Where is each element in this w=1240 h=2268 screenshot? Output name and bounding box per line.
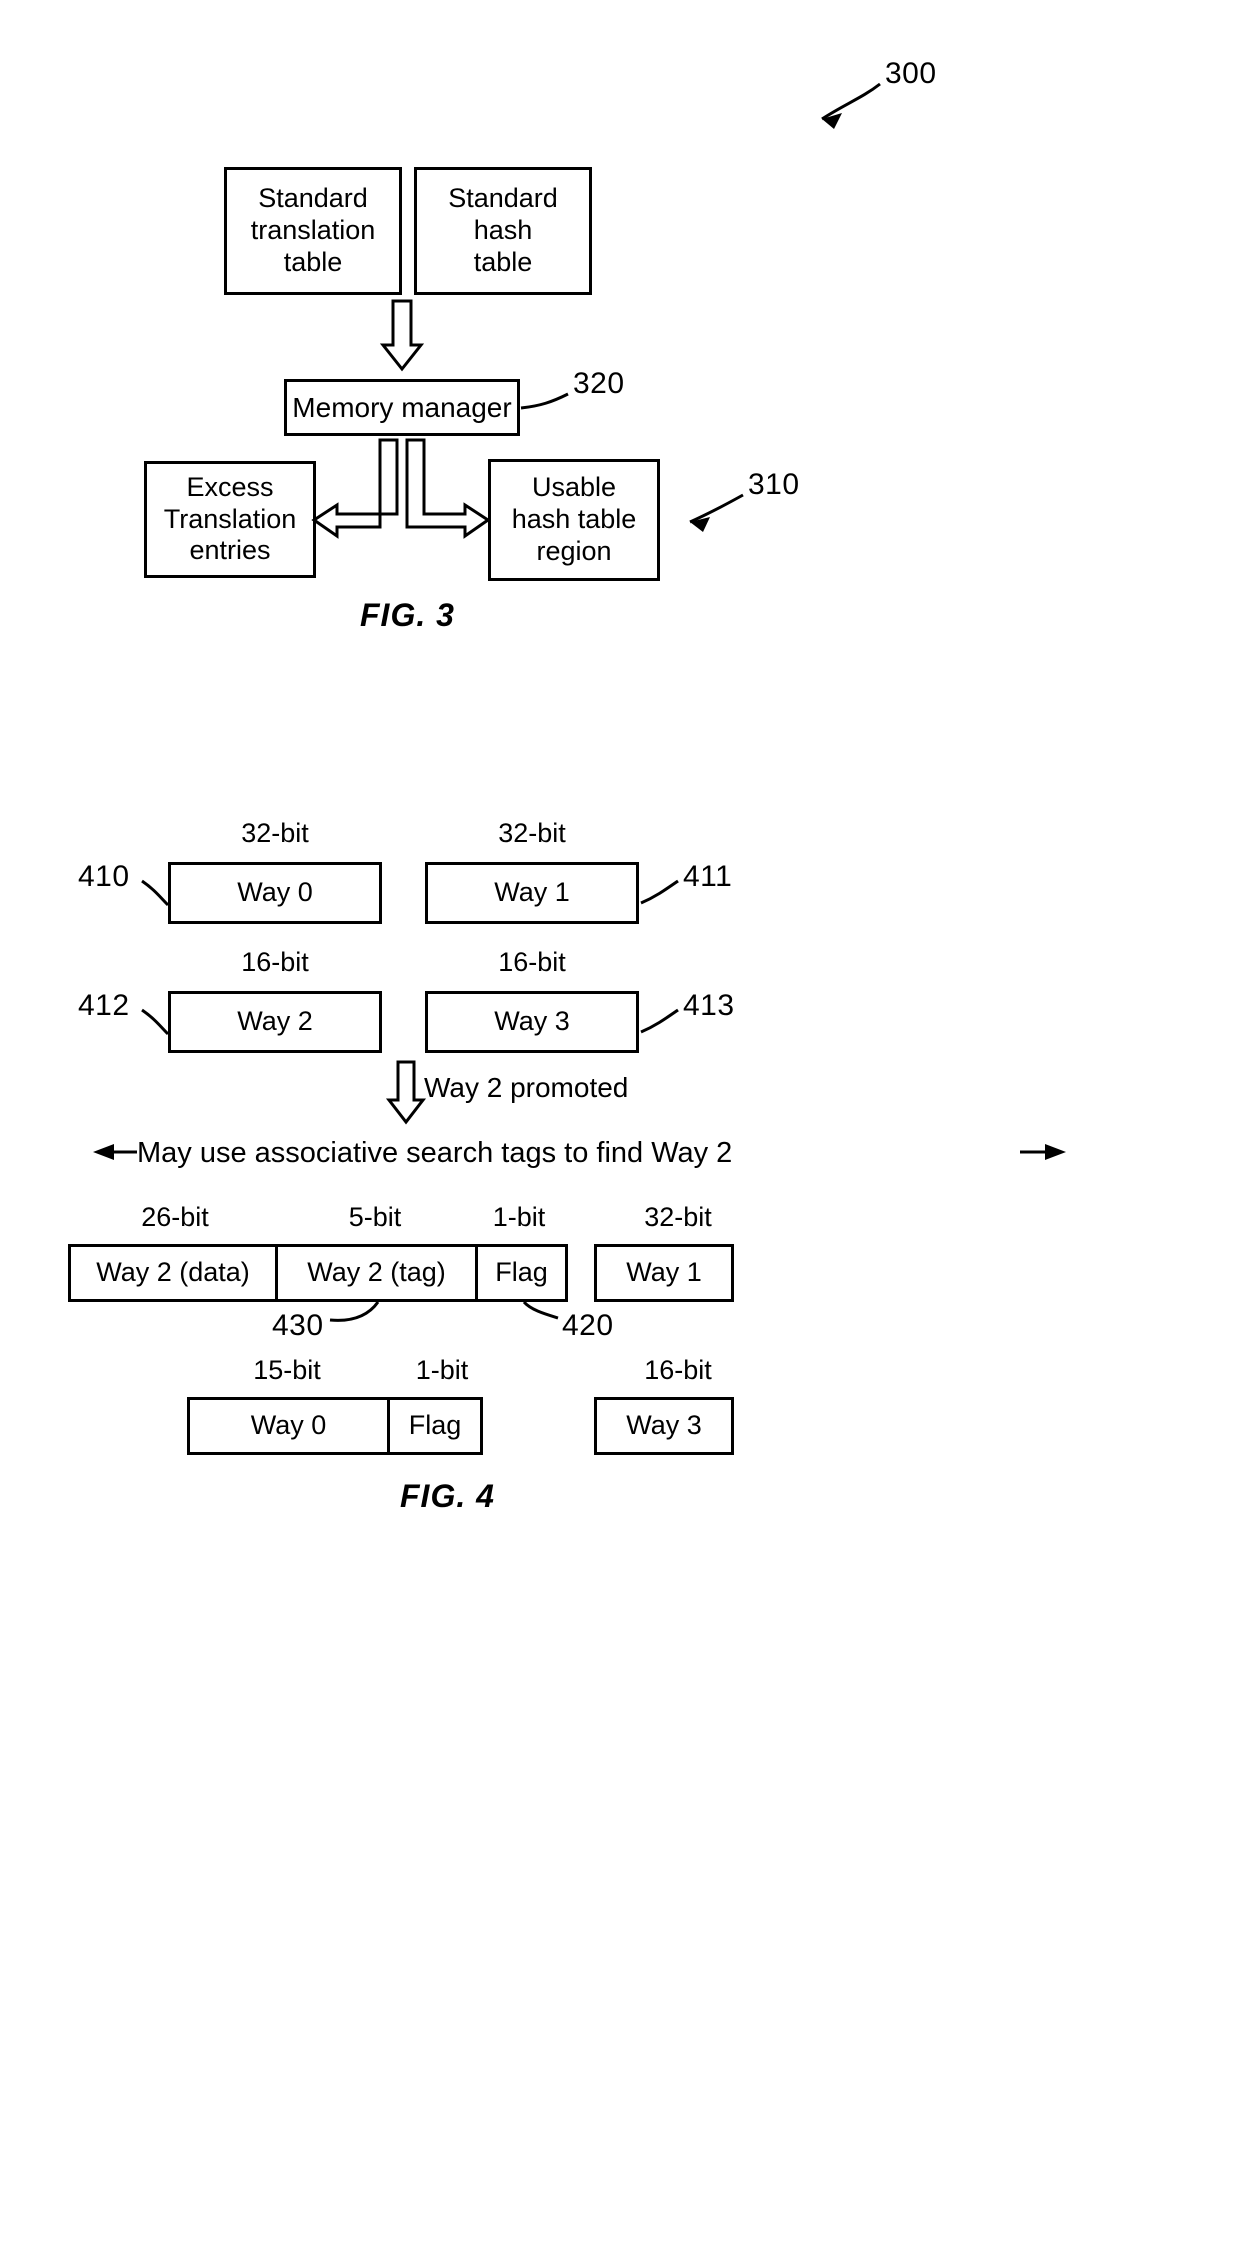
- leader-arrowhead-300: [822, 113, 842, 129]
- box-line: Standard: [448, 183, 558, 214]
- ref-numeral-410: 410: [78, 860, 130, 893]
- bit-label-way3-row4: 16-bit: [644, 1355, 712, 1385]
- leader-line-430: [329, 1301, 380, 1322]
- note-associative-search: May use associative search tags to find …: [137, 1137, 733, 1169]
- ref-numeral-412: 412: [78, 989, 130, 1022]
- ref-numeral-300: 300: [885, 57, 937, 90]
- bit-label-way1-row3: 32-bit: [644, 1202, 712, 1232]
- leader-line-300: [821, 82, 881, 121]
- bit-label-way2-data: 26-bit: [141, 1202, 209, 1232]
- bit-label-flag-row3: 1-bit: [492, 1202, 546, 1232]
- box-standard-hash-table: Standard hash table: [414, 167, 592, 295]
- figure-caption-4: FIG. 4: [400, 1478, 495, 1514]
- leader-arrowhead-310: [690, 517, 710, 532]
- ref-numeral-420: 420: [562, 1309, 614, 1342]
- box-flag-row4: Flag: [387, 1397, 483, 1455]
- box-line: table: [473, 246, 533, 277]
- box-line: hash: [473, 215, 533, 246]
- box-line: table: [283, 246, 343, 277]
- box-way-3-row4: Way 3: [594, 1397, 734, 1455]
- box-way-1-row3: Way 1: [594, 1244, 734, 1302]
- box-way-2-row2: Way 2: [168, 991, 382, 1053]
- bit-label-way0: 32-bit: [241, 818, 309, 848]
- bit-label-way2: 16-bit: [241, 947, 309, 977]
- diagram-connectors: [93, 82, 1066, 1322]
- bit-label-way3: 16-bit: [498, 947, 566, 977]
- box-line: translation: [250, 215, 376, 246]
- leader-line-412: [141, 1008, 170, 1036]
- box-flag-row3: Flag: [475, 1244, 568, 1302]
- box-usable-hash-table-region: Usable hash table region: [488, 459, 660, 581]
- box-way-0-row4: Way 0: [187, 1397, 390, 1455]
- box-standard-translation-table: Standard translation table: [224, 167, 402, 295]
- box-line: entries: [189, 535, 271, 566]
- box-way-2-tag: Way 2 (tag): [275, 1244, 478, 1302]
- associative-arrowhead-right: [1045, 1144, 1066, 1160]
- box-line: Translation: [163, 503, 297, 534]
- leader-line-310: [689, 493, 744, 524]
- arrow-memory-manager-to-excess-entries: [311, 438, 399, 539]
- leader-line-420: [522, 1300, 559, 1320]
- box-line: Excess: [186, 471, 274, 502]
- leader-line-413: [640, 1008, 679, 1034]
- box-memory-manager: Memory manager: [284, 379, 520, 436]
- box-way-3-row2: Way 3: [425, 991, 639, 1053]
- note-way-2-promoted: Way 2 promoted: [424, 1072, 629, 1103]
- patent-drawing-sheet: 300 Standard translation table Standard …: [0, 0, 1240, 2268]
- box-excess-translation-entries: Excess Translation entries: [144, 461, 316, 578]
- box-line: region: [536, 535, 612, 566]
- box-line: Usable: [531, 472, 617, 503]
- ref-numeral-310: 310: [748, 468, 800, 501]
- box-line: hash table: [511, 504, 637, 535]
- box-way-0-row1: Way 0: [168, 862, 382, 924]
- leader-line-411: [640, 879, 679, 905]
- arrow-memory-manager-to-usable-region: [405, 438, 491, 539]
- ref-numeral-320: 320: [573, 367, 625, 400]
- associative-arrowhead-left: [93, 1144, 114, 1160]
- box-way-2-data: Way 2 (data): [68, 1244, 278, 1302]
- bit-label-way1: 32-bit: [498, 818, 566, 848]
- box-line: Standard: [258, 183, 368, 214]
- bit-label-way0-row4: 15-bit: [253, 1355, 321, 1385]
- figure-caption-3: FIG. 3: [360, 597, 455, 633]
- leader-line-320: [520, 392, 569, 410]
- bit-label-way2-tag: 5-bit: [348, 1202, 402, 1232]
- bit-label-flag-row4: 1-bit: [415, 1355, 469, 1385]
- ref-numeral-411: 411: [683, 860, 733, 893]
- leader-line-410: [141, 879, 170, 907]
- ref-numeral-430: 430: [272, 1309, 324, 1342]
- box-way-1-row1: Way 1: [425, 862, 639, 924]
- arrow-tables-to-memory-manager: [379, 299, 425, 372]
- ref-numeral-413: 413: [683, 989, 735, 1022]
- arrow-way-2-promoted: [385, 1060, 427, 1125]
